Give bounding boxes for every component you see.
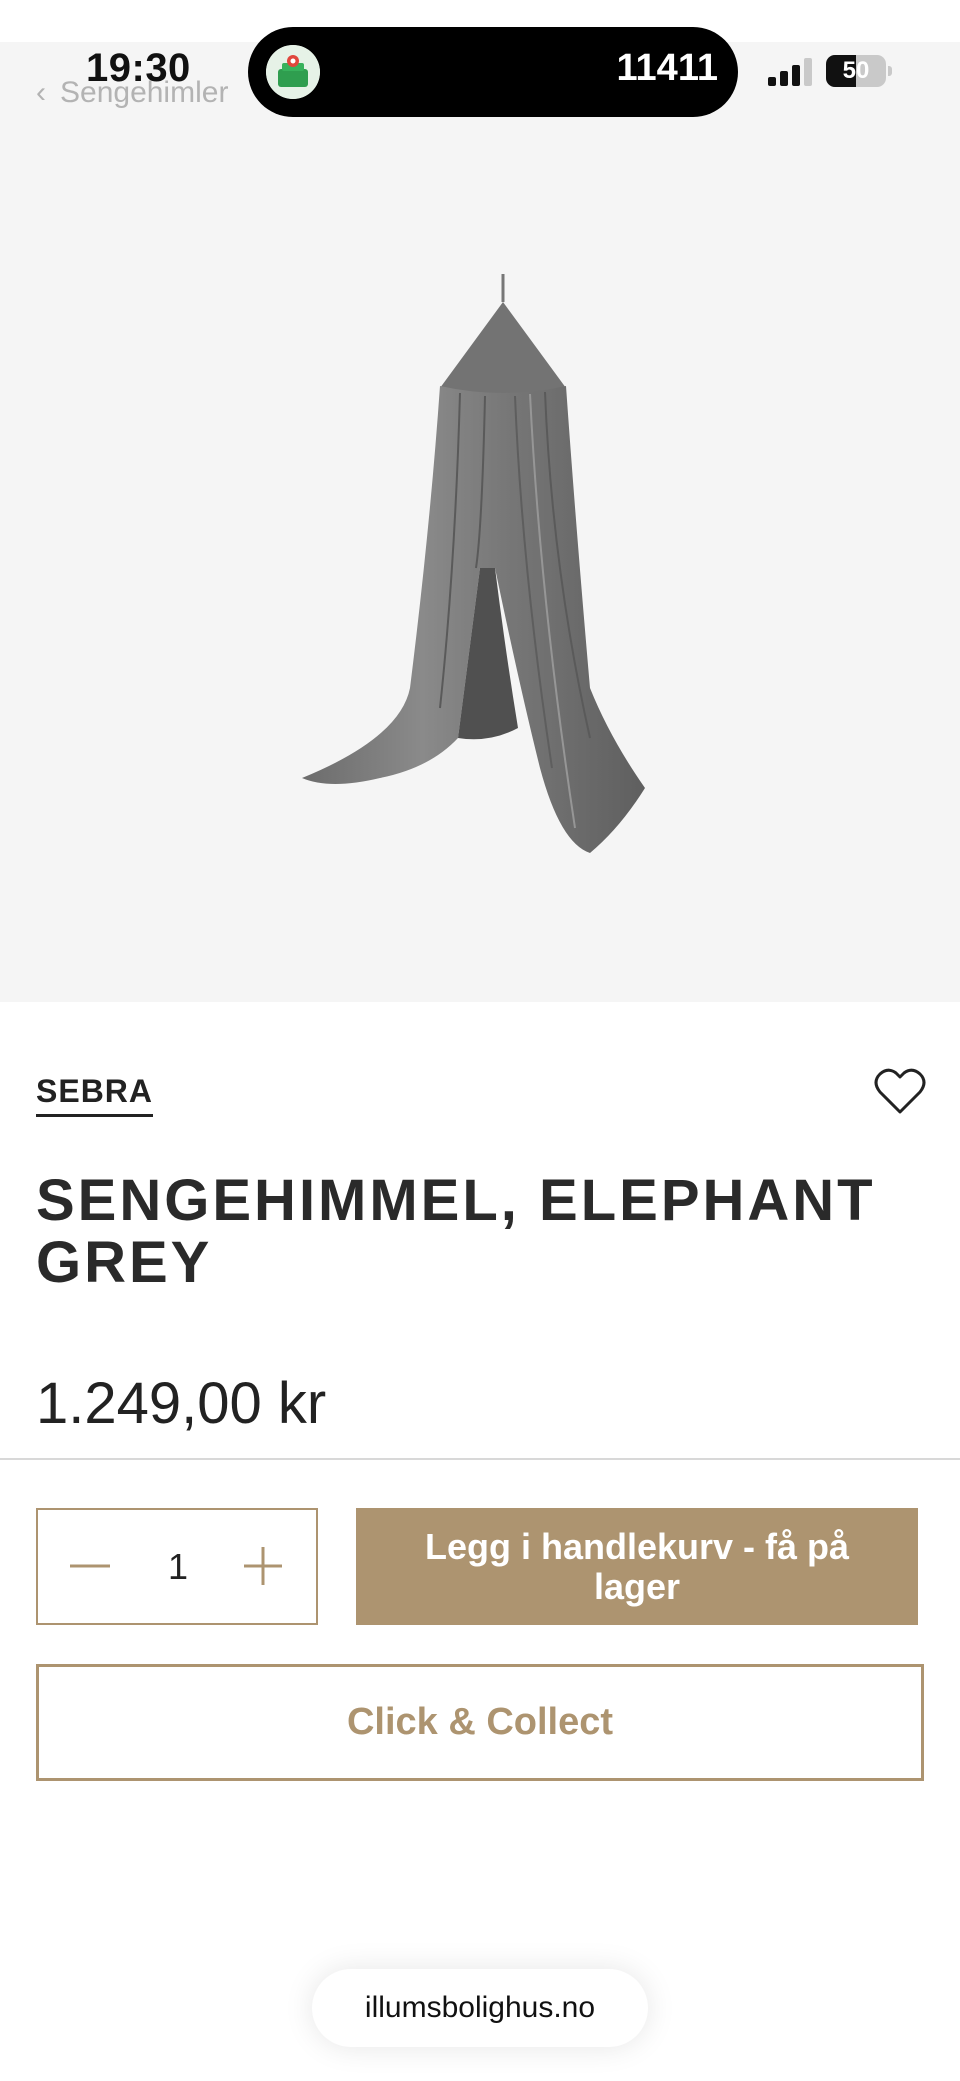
dynamic-island[interactable]: 11411 (248, 27, 738, 117)
heart-icon (874, 1068, 926, 1114)
cellular-signal-icon (768, 58, 814, 86)
divider (0, 1458, 960, 1460)
minus-icon (70, 1564, 110, 1568)
browser-address-bar[interactable]: illumsbolighus.no (312, 1969, 648, 2047)
plus-icon (244, 1547, 282, 1585)
decrease-quantity-button[interactable] (56, 1510, 136, 1623)
browser-url: illumsbolighus.no (364, 1991, 596, 2024)
bed-canopy-image (302, 274, 645, 853)
map-app-icon (266, 45, 320, 99)
status-bar: 19:30 11411 50 (0, 0, 960, 118)
click-and-collect-label: Click & Collect (346, 1701, 614, 1743)
status-time: 19:30 (86, 46, 191, 90)
product-price: 1.249,00 kr (36, 1371, 327, 1436)
quantity-stepper[interactable]: 1 (36, 1508, 318, 1625)
battery-icon: 50 (826, 55, 894, 87)
product-title: SENGEHIMMEL, ELEPHANT GREY (36, 1168, 876, 1295)
add-to-cart-button[interactable]: Legg i handlekurv - få på lager (356, 1508, 918, 1625)
battery-level: 50 (842, 57, 870, 84)
favorite-button[interactable] (874, 1068, 926, 1116)
add-to-cart-label: Legg i handlekurv - få på lager (424, 1525, 850, 1607)
quantity-value[interactable]: 1 (128, 1510, 228, 1623)
island-counter: 11411 (616, 47, 718, 89)
product-image-area[interactable] (0, 42, 960, 1002)
click-and-collect-button[interactable]: Click & Collect (36, 1664, 924, 1781)
increase-quantity-button[interactable] (218, 1510, 298, 1623)
brand-link[interactable]: SEBRA (36, 1073, 154, 1117)
